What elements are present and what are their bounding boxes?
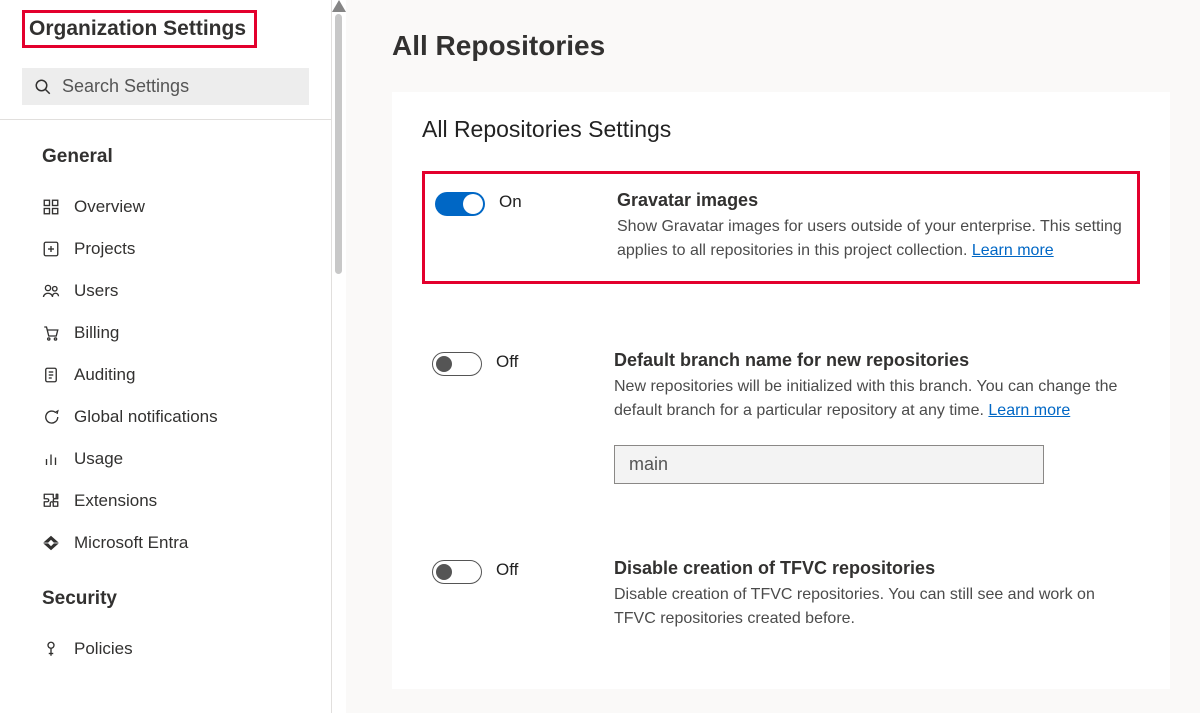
learn-more-link[interactable]: Learn more: [988, 402, 1070, 419]
nav-policies[interactable]: Policies: [42, 628, 331, 670]
default-branch-input[interactable]: [614, 445, 1044, 484]
search-settings[interactable]: [22, 68, 309, 105]
nav-label: Policies: [74, 639, 133, 659]
setting-desc: Show Gravatar images for users outside o…: [617, 215, 1127, 263]
search-icon: [34, 78, 52, 96]
nav-label: Global notifications: [74, 407, 218, 427]
section-security: Security: [42, 588, 331, 610]
toggle-gravatar[interactable]: [435, 192, 485, 216]
cart-icon: [42, 324, 60, 342]
setting-title: Disable creation of TFVC repositories: [614, 558, 1130, 579]
scroll-thumb[interactable]: [335, 14, 342, 274]
nav-auditing[interactable]: Auditing: [42, 354, 331, 396]
entra-icon: [42, 534, 60, 552]
main-content: All Repositories All Repositories Settin…: [346, 0, 1200, 713]
nav-label: Auditing: [74, 365, 135, 385]
chart-icon: [42, 450, 60, 468]
doc-icon: [42, 366, 60, 384]
setting-gravatar: On Gravatar images Show Gravatar images …: [422, 171, 1140, 284]
settings-card: All Repositories Settings On Gravatar im…: [392, 92, 1170, 689]
setting-desc: Disable creation of TFVC repositories. Y…: [614, 583, 1130, 631]
plusbox-icon: [42, 240, 60, 258]
nav-label: Billing: [74, 323, 119, 343]
section-general: General: [42, 146, 331, 168]
puzzle-icon: [42, 492, 60, 510]
toggle-state: Off: [496, 352, 518, 372]
setting-title: Gravatar images: [617, 190, 1127, 211]
learn-more-link[interactable]: Learn more: [972, 242, 1054, 259]
nav-users[interactable]: Users: [42, 270, 331, 312]
sidebar-scrollbar[interactable]: [332, 0, 346, 713]
setting-tfvc: Off Disable creation of TFVC repositorie…: [422, 542, 1140, 649]
key-icon: [42, 640, 60, 658]
card-title: All Repositories Settings: [422, 116, 1140, 143]
nav-label: Overview: [74, 197, 145, 217]
nav-usage[interactable]: Usage: [42, 438, 331, 480]
toggle-default-branch[interactable]: [432, 352, 482, 376]
nav-billing[interactable]: Billing: [42, 312, 331, 354]
nav-microsoft-entra[interactable]: Microsoft Entra: [42, 522, 331, 564]
search-input[interactable]: [62, 76, 297, 97]
scroll-up-icon: [332, 0, 346, 12]
nav-label: Projects: [74, 239, 135, 259]
nav-extensions[interactable]: Extensions: [42, 480, 331, 522]
grid-icon: [42, 198, 60, 216]
nav-projects[interactable]: Projects: [42, 228, 331, 270]
nav-label: Users: [74, 281, 118, 301]
toggle-state: On: [499, 192, 522, 212]
users-icon: [42, 282, 60, 300]
sidebar: Organization Settings General Overview P…: [0, 0, 332, 713]
setting-default-branch: Off Default branch name for new reposito…: [422, 334, 1140, 502]
nav-overview[interactable]: Overview: [42, 186, 331, 228]
nav-global-notifications[interactable]: Global notifications: [42, 396, 331, 438]
toggle-tfvc[interactable]: [432, 560, 482, 584]
nav-label: Microsoft Entra: [74, 533, 188, 553]
sidebar-nav: General Overview Projects Users Billing: [0, 120, 331, 670]
setting-title: Default branch name for new repositories: [614, 350, 1130, 371]
chat-icon: [42, 408, 60, 426]
setting-desc: New repositories will be initialized wit…: [614, 375, 1130, 423]
page-title: All Repositories: [392, 30, 1170, 62]
nav-label: Usage: [74, 449, 123, 469]
sidebar-title: Organization Settings: [22, 10, 257, 48]
toggle-state: Off: [496, 560, 518, 580]
nav-label: Extensions: [74, 491, 157, 511]
